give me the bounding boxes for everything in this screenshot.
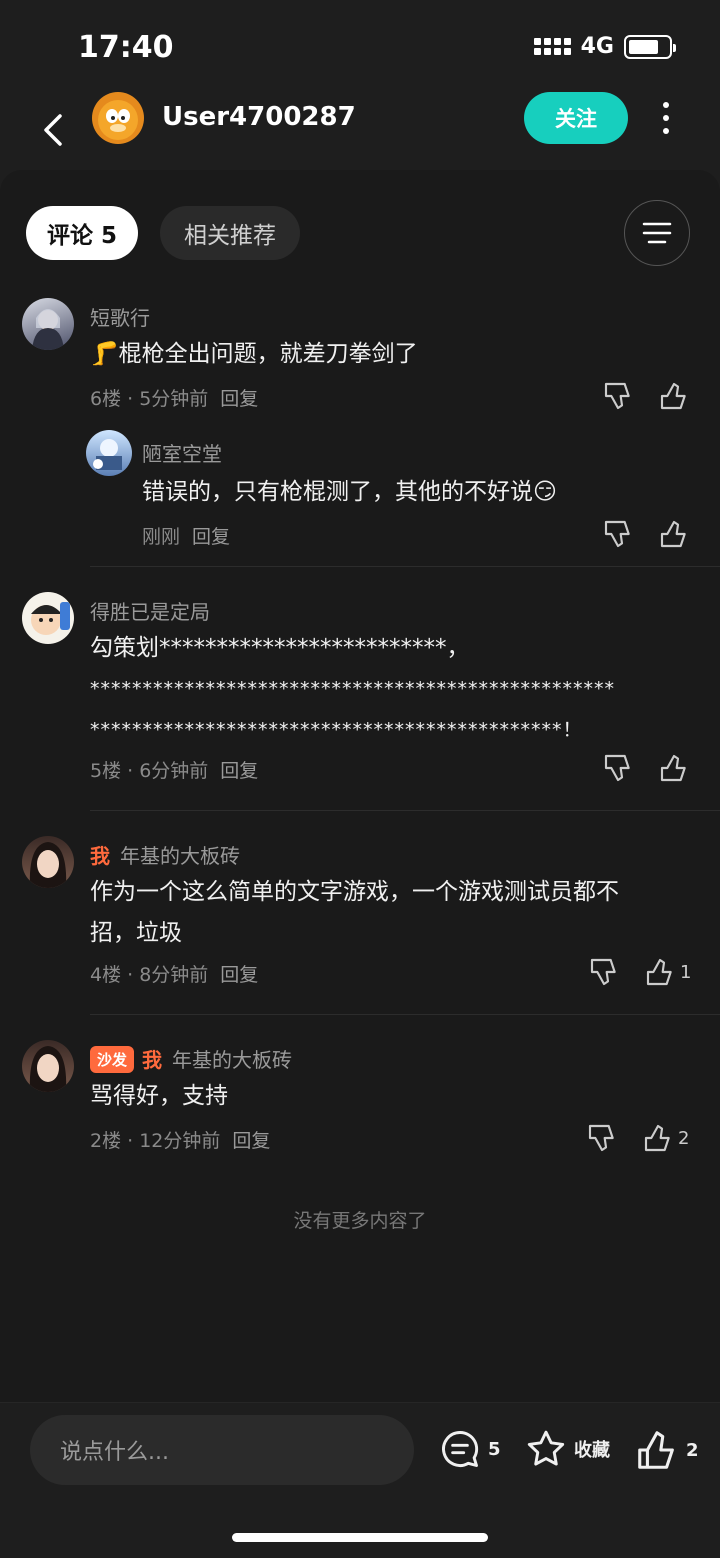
like-icon [660,382,686,410]
comments-panel: 评论 5 相关推荐 短歌行 🦵棍枪全出问题，就差刀拳剑了 6楼 · 5分钟前 回复… [0,170,720,1558]
comment-text-line: 招，垃圾 [90,920,182,946]
header-username[interactable]: User4700287 [162,102,356,132]
dislike-icon [590,958,616,986]
comment-author[interactable]: 得胜已是定局 [90,596,210,625]
home-indicator[interactable] [232,1533,488,1542]
top-bar: User4700287 关注 [0,90,720,170]
comment-text-line: 勾策划*************************， [90,635,470,661]
like-icon [644,1124,670,1152]
reply-author[interactable]: 陋室空堂 [142,438,222,467]
divider [90,566,720,567]
signal-icon [533,38,571,55]
reply-time: 刚刚 [142,526,181,548]
comment-text-line: 作为一个这么简单的文字游戏，一个游戏测试员都不 [90,879,619,905]
sofa-badge: 沙发 [90,1046,135,1073]
dislike-icon [604,382,630,410]
status-time: 17:40 [78,30,174,65]
like-icon [646,958,672,986]
follow-button[interactable]: 关注 [524,92,628,144]
tab-comments[interactable]: 评论 5 [26,206,138,260]
comment-floor-time: 5楼 · 6分钟前 [90,760,209,782]
avatar[interactable] [22,592,74,644]
reply-text: 错误的，只有枪棍测了，其他的不好说😏 [142,479,557,505]
reply-meta: 刚刚 回复 [142,522,230,549]
comment-floor-time: 4楼 · 8分钟前 [90,964,209,986]
collect-button[interactable]: 收藏 [524,1427,610,1471]
network-type: 4G [580,34,614,59]
like-icon [660,520,686,548]
more-dots-icon [663,102,669,108]
status-bar: 17:40 4G [0,0,720,90]
like-post-button[interactable]: 2 [634,1427,699,1473]
reply-button[interactable]: 回复 [220,388,258,410]
comment-input[interactable]: 说点什么... [30,1415,414,1485]
like-icon [638,1431,674,1469]
reply-avatar[interactable] [86,430,132,476]
battery-icon [624,34,676,59]
comment-author[interactable]: 沙发我年基的大板砖 [90,1044,292,1073]
star-icon [527,1430,565,1466]
tab-related[interactable]: 相关推荐 [160,206,300,260]
reply-button[interactable]: 回复 [232,1130,270,1152]
like-button[interactable]: 2 [642,1122,689,1154]
comment-author[interactable]: 短歌行 [90,302,150,331]
reply-button[interactable]: 回复 [220,964,258,986]
sort-button[interactable] [624,200,690,266]
comment-text: 作为一个这么简单的文字游戏，一个游戏测试员都不 招，垃圾 [90,872,690,954]
author-name: 年基的大板砖 [172,1048,293,1072]
comment-text: 勾策划*************************， **********… [90,628,690,751]
comment-text: 🦵棍枪全出问题，就差刀拳剑了 [90,341,418,367]
comment-icon [442,1431,479,1467]
like-count: 1 [680,961,692,983]
comment-text: 骂得好，支持 [90,1083,228,1109]
user-avatar[interactable] [92,92,144,144]
dislike-button[interactable] [602,518,634,550]
comment-meta: 2楼 · 12分钟前 回复 [90,1126,270,1153]
dislike-icon [604,520,630,548]
author-name: 年基的大板砖 [120,844,240,868]
like-count: 2 [678,1127,690,1149]
divider [90,810,720,811]
dislike-icon [604,754,630,782]
me-tag: 我 [90,844,110,868]
dislike-icon [588,1124,614,1152]
avatar[interactable] [22,1040,74,1092]
like-button[interactable] [658,518,690,550]
like-button[interactable] [658,380,690,412]
reply-button[interactable]: 回复 [220,760,258,782]
comment-floor-time: 6楼 · 5分钟前 [90,388,209,410]
comment-meta: 6楼 · 5分钟前 回复 [90,384,258,411]
post-like-count: 2 [686,1439,699,1461]
back-arrow-icon [44,114,62,146]
like-icon [660,754,686,782]
me-tag: 我 [142,1048,163,1072]
collect-label: 收藏 [574,1440,610,1461]
dislike-button[interactable] [602,380,634,412]
avatar[interactable] [22,298,74,350]
bottom-bar: 说点什么... 5 收藏 2 [0,1402,720,1558]
comment-count: 5 [488,1438,501,1460]
reply-button[interactable]: 回复 [192,526,230,548]
status-icons: 4G [533,34,676,59]
like-button[interactable]: 1 [644,956,691,988]
more-options-button[interactable] [650,98,682,138]
comment-meta: 5楼 · 6分钟前 回复 [90,756,258,783]
back-button[interactable] [36,102,76,158]
avatar[interactable] [22,836,74,888]
dislike-button[interactable] [586,1122,618,1154]
divider [90,1014,720,1015]
like-button[interactable] [658,752,690,784]
comment-floor-time: 2楼 · 12分钟前 [90,1130,221,1152]
comment-meta: 4楼 · 8分钟前 回复 [90,960,258,987]
comments-button[interactable]: 5 [438,1427,501,1471]
dislike-button[interactable] [602,752,634,784]
comment-text-line: ****************************************… [90,678,615,700]
comment-author[interactable]: 我年基的大板砖 [90,840,240,869]
dislike-button[interactable] [588,956,620,988]
comment-text-line: ****************************************… [90,719,583,741]
no-more-content: 没有更多内容了 [293,1210,427,1232]
sort-icon [642,222,672,244]
